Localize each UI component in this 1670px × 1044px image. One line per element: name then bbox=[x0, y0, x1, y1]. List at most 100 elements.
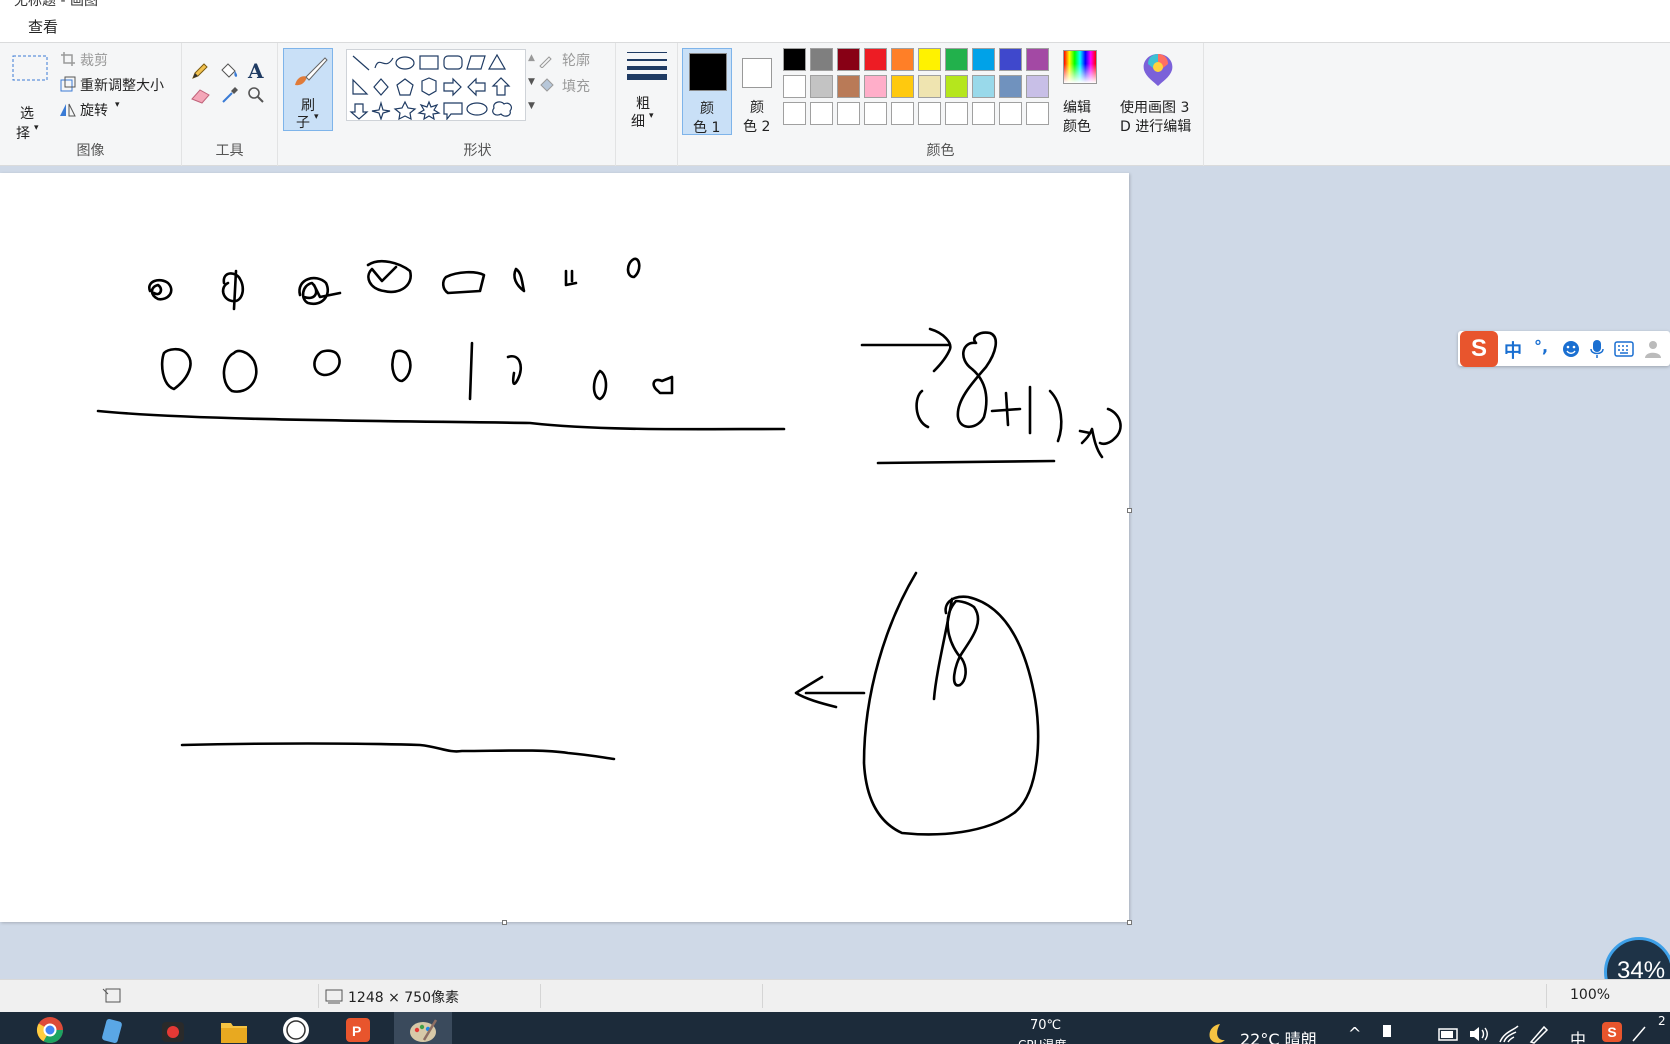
color-swatch[interactable] bbox=[972, 48, 995, 71]
shapes-gallery[interactable] bbox=[346, 49, 526, 121]
taskbar-explorer[interactable] bbox=[208, 1012, 260, 1044]
battery-icon[interactable] bbox=[1438, 1026, 1460, 1042]
recorder-icon bbox=[162, 1022, 184, 1042]
taskbar-powerpoint[interactable]: P bbox=[332, 1012, 384, 1044]
color-swatch[interactable] bbox=[945, 102, 968, 125]
color-swatch[interactable] bbox=[1026, 75, 1049, 98]
taskbar-app-5[interactable] bbox=[270, 1012, 322, 1044]
tray-extra-icon[interactable] bbox=[1630, 1024, 1650, 1044]
color-swatch[interactable] bbox=[945, 48, 968, 71]
color-swatch[interactable] bbox=[891, 48, 914, 71]
color-swatch[interactable] bbox=[1026, 102, 1049, 125]
window-title: 无标题 - 画图 bbox=[14, 0, 98, 8]
color1-button[interactable]: 颜 色 1 bbox=[682, 48, 732, 136]
usb-icon[interactable] bbox=[1380, 1024, 1394, 1044]
keyboard-icon[interactable] bbox=[1614, 341, 1634, 357]
wifi-icon[interactable] bbox=[1498, 1024, 1520, 1044]
taskbar: P 70℃ CPU温度 22°C 晴朗 ^ 中 S 2 bbox=[0, 1012, 1670, 1044]
brush-dropdown-icon: ▾ bbox=[314, 112, 319, 122]
paint3d-label-2: D 进行编辑 bbox=[1120, 119, 1192, 135]
show-hidden-icons[interactable]: ^ bbox=[1348, 1024, 1361, 1043]
text-tool-icon[interactable]: A bbox=[248, 59, 264, 83]
color-swatch[interactable] bbox=[945, 75, 968, 98]
user-icon[interactable] bbox=[1644, 339, 1664, 359]
color-swatch[interactable] bbox=[837, 102, 860, 125]
scroll-up-icon[interactable]: ▲ bbox=[528, 53, 535, 63]
color-swatch[interactable] bbox=[810, 75, 833, 98]
color-swatch[interactable] bbox=[999, 75, 1022, 98]
color-swatch[interactable] bbox=[864, 48, 887, 71]
sogou-tray-icon[interactable]: S bbox=[1602, 1022, 1622, 1042]
brush-button[interactable]: 刷 子 ▾ bbox=[283, 48, 333, 131]
shapes-group: ▲ ▼ ▼ 轮廓 填充 形状 bbox=[340, 43, 616, 166]
shapes-icons bbox=[349, 53, 513, 120]
color-swatch[interactable] bbox=[891, 75, 914, 98]
outline-button[interactable]: 轮廓 bbox=[562, 50, 590, 70]
color-swatch[interactable] bbox=[999, 102, 1022, 125]
ime-mode[interactable]: 中 bbox=[1504, 337, 1522, 363]
drawing-canvas[interactable] bbox=[0, 173, 1129, 922]
sogou-logo-icon[interactable]: S bbox=[1460, 331, 1498, 367]
color-swatch[interactable] bbox=[864, 102, 887, 125]
taskbar-app-2[interactable] bbox=[86, 1012, 138, 1044]
fill-button[interactable]: 填充 bbox=[562, 76, 590, 96]
rotate-dropdown-icon: ▾ bbox=[115, 100, 120, 110]
color-swatch[interactable] bbox=[810, 48, 833, 71]
paint3d-label-1: 使用画图 3 bbox=[1120, 100, 1190, 116]
status-divider bbox=[762, 984, 763, 1008]
color-swatch[interactable] bbox=[864, 75, 887, 98]
scroll-down-icon[interactable]: ▼ bbox=[528, 77, 535, 87]
clock[interactable]: 2 bbox=[1658, 1014, 1666, 1028]
select-button[interactable]: 选 择 ▾ bbox=[10, 53, 50, 153]
color-swatch[interactable] bbox=[783, 75, 806, 98]
zoom-level[interactable]: 100% bbox=[1570, 987, 1610, 1003]
color-swatch[interactable] bbox=[1026, 48, 1049, 71]
magnifier-icon[interactable] bbox=[246, 85, 266, 105]
fill-bucket-icon[interactable] bbox=[218, 61, 240, 81]
color-swatch[interactable] bbox=[918, 48, 941, 71]
volume-icon[interactable] bbox=[1468, 1024, 1490, 1044]
edit-colors-button[interactable]: 编辑 颜色 bbox=[1058, 48, 1102, 135]
weather-text[interactable]: 22°C 晴朗 bbox=[1240, 1026, 1317, 1044]
pen-icon[interactable] bbox=[1528, 1024, 1550, 1044]
rotate-button[interactable]: 旋转 bbox=[80, 100, 108, 120]
app-round-icon bbox=[283, 1017, 309, 1043]
color-swatch[interactable] bbox=[918, 102, 941, 125]
paint3d-button[interactable]: 使用画图 3 D 进行编辑 bbox=[1110, 48, 1204, 135]
color-swatch[interactable] bbox=[891, 102, 914, 125]
crop-icon bbox=[61, 52, 75, 66]
pencil-icon[interactable] bbox=[190, 61, 210, 81]
color-picker-icon[interactable] bbox=[220, 85, 240, 105]
color1-swatch bbox=[689, 53, 727, 91]
color-swatch[interactable] bbox=[783, 48, 806, 71]
color-swatch[interactable] bbox=[999, 48, 1022, 71]
color-swatch[interactable] bbox=[810, 102, 833, 125]
tab-view[interactable]: 查看 bbox=[18, 16, 68, 37]
color-swatch[interactable] bbox=[783, 102, 806, 125]
emoji-icon[interactable] bbox=[1562, 340, 1580, 358]
expand-icon[interactable]: ▼ bbox=[528, 101, 535, 111]
color-swatch[interactable] bbox=[918, 75, 941, 98]
size-button[interactable]: 粗 细 ▾ bbox=[622, 47, 670, 131]
brush-icon bbox=[295, 57, 328, 86]
color-swatch[interactable] bbox=[837, 75, 860, 98]
color-swatch[interactable] bbox=[837, 48, 860, 71]
eraser-icon[interactable] bbox=[190, 87, 212, 105]
taskbar-ime[interactable]: 中 bbox=[1570, 1026, 1586, 1044]
resize-handle-right[interactable] bbox=[1127, 508, 1132, 513]
color2-button[interactable]: 颜 色 2 bbox=[734, 48, 782, 135]
resize-handle-corner[interactable] bbox=[1127, 920, 1132, 925]
microphone-icon[interactable] bbox=[1590, 339, 1604, 359]
ime-punct[interactable]: °, bbox=[1534, 337, 1548, 356]
color-swatch[interactable] bbox=[972, 75, 995, 98]
paint-icon bbox=[410, 1019, 438, 1042]
taskbar-paint[interactable] bbox=[394, 1012, 452, 1044]
crop-button[interactable]: 裁剪 bbox=[80, 50, 108, 70]
size-group: 粗 细 ▾ bbox=[616, 43, 678, 166]
status-divider bbox=[1546, 984, 1547, 1008]
resize-button[interactable]: 重新调整大小 bbox=[80, 75, 164, 95]
taskbar-chrome[interactable] bbox=[24, 1012, 76, 1044]
resize-handle-bottom[interactable] bbox=[502, 920, 507, 925]
taskbar-recorder[interactable] bbox=[146, 1012, 198, 1044]
color-swatch[interactable] bbox=[972, 102, 995, 125]
